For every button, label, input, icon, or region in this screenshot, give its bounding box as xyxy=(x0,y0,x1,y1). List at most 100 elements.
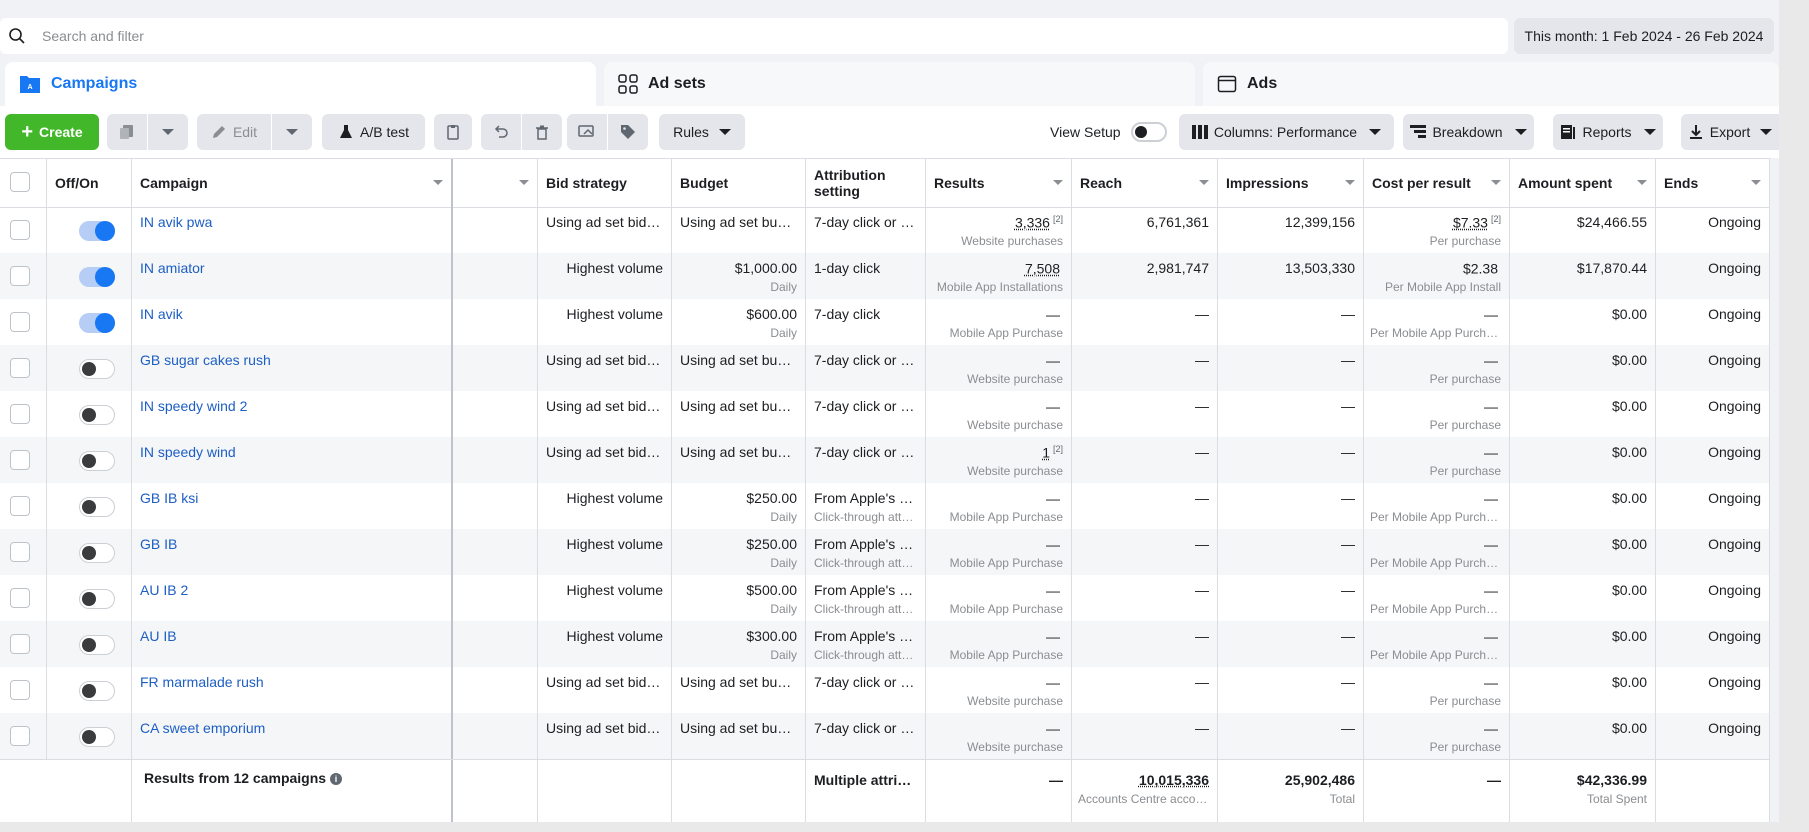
cpr-value[interactable]: — xyxy=(1484,307,1498,323)
campaign-toggle[interactable] xyxy=(79,313,115,333)
campaign-name-link[interactable]: AU IB xyxy=(140,628,443,644)
tab-ad-sets[interactable]: Ad sets xyxy=(604,62,1195,106)
header-reach[interactable]: Reach xyxy=(1072,159,1218,207)
campaign-name-link[interactable]: AU IB 2 xyxy=(140,582,443,598)
table-row[interactable]: CA sweet emporium Using ad set bid strat… xyxy=(0,713,1779,759)
row-checkbox[interactable] xyxy=(10,588,30,608)
reports-button[interactable]: Reports xyxy=(1553,114,1663,150)
row-checkbox[interactable] xyxy=(10,266,30,286)
campaign-toggle[interactable] xyxy=(79,221,115,241)
edit-button[interactable]: Edit xyxy=(197,114,271,150)
header-amount-spent[interactable]: Amount spent xyxy=(1510,159,1656,207)
row-checkbox[interactable] xyxy=(10,634,30,654)
row-checkbox[interactable] xyxy=(10,726,30,746)
cpr-value[interactable]: — xyxy=(1484,353,1498,369)
results-value[interactable]: — xyxy=(1046,307,1060,323)
campaign-name-link[interactable]: FR marmalade rush xyxy=(140,674,443,690)
campaign-name-link[interactable]: GB IB xyxy=(140,536,443,552)
row-checkbox[interactable] xyxy=(10,542,30,562)
create-button[interactable]: + Create xyxy=(5,114,99,150)
cpr-value[interactable]: — xyxy=(1484,721,1498,737)
table-row[interactable]: GB IB Highest volume $250.00 Daily From A… xyxy=(0,529,1779,575)
cpr-value[interactable]: — xyxy=(1484,675,1498,691)
results-value[interactable]: — xyxy=(1046,583,1060,599)
header-cost-per-result[interactable]: Cost per result xyxy=(1364,159,1510,207)
campaign-name-link[interactable]: IN avik pwa xyxy=(140,214,443,230)
cpr-value[interactable]: — xyxy=(1484,445,1498,461)
tab-ads[interactable]: Ads xyxy=(1203,62,1779,106)
campaign-name-link[interactable]: IN speedy wind 2 xyxy=(140,398,443,414)
table-row[interactable]: IN amiator Highest volume $1,000.00 Daily… xyxy=(0,253,1779,299)
results-value[interactable]: 3,336 xyxy=(1015,215,1050,231)
row-checkbox[interactable] xyxy=(10,312,30,332)
header-bid-strategy[interactable]: Bid strategy xyxy=(538,159,672,207)
table-row[interactable]: GB IB ksi Highest volume $250.00 Daily Fr… xyxy=(0,483,1779,529)
table-row[interactable]: GB sugar cakes rush Using ad set bid str… xyxy=(0,345,1779,391)
campaign-name-link[interactable]: IN amiator xyxy=(140,260,443,276)
ab-test-button[interactable]: A/B test xyxy=(322,114,425,150)
campaign-toggle[interactable] xyxy=(79,405,115,425)
campaign-toggle[interactable] xyxy=(79,589,115,609)
search-input[interactable] xyxy=(40,27,1344,45)
campaign-toggle[interactable] xyxy=(79,635,115,655)
results-value[interactable]: — xyxy=(1046,399,1060,415)
table-row[interactable]: IN speedy wind Using ad set bid strategy… xyxy=(0,437,1779,483)
info-icon[interactable]: i xyxy=(329,773,342,786)
results-value[interactable]: — xyxy=(1046,675,1060,691)
results-value[interactable]: — xyxy=(1046,537,1060,553)
results-value[interactable]: — xyxy=(1046,721,1060,737)
results-value[interactable]: — xyxy=(1046,629,1060,645)
table-row[interactable]: AU IB 2 Highest volume $500.00 Daily From… xyxy=(0,575,1779,621)
campaign-toggle[interactable] xyxy=(79,543,115,563)
search-bar[interactable] xyxy=(0,18,1508,54)
cpr-value[interactable]: $2.38 xyxy=(1463,261,1498,277)
campaign-name-link[interactable]: IN avik xyxy=(140,306,443,322)
header-impressions[interactable]: Impressions xyxy=(1218,159,1364,207)
tag-button[interactable] xyxy=(608,114,648,150)
campaign-toggle[interactable] xyxy=(79,267,115,287)
campaign-toggle[interactable] xyxy=(79,359,115,379)
header-delivery[interactable] xyxy=(453,159,538,207)
tab-campaigns[interactable]: A Campaigns xyxy=(5,62,596,106)
results-value[interactable]: 1 xyxy=(1042,445,1050,461)
table-row[interactable]: FR marmalade rush Using ad set bid strat… xyxy=(0,667,1779,713)
rules-button[interactable]: Rules xyxy=(659,114,745,150)
campaign-name-link[interactable]: IN speedy wind xyxy=(140,444,443,460)
campaign-name-link[interactable]: CA sweet emporium xyxy=(140,720,443,736)
table-row[interactable]: IN avik pwa Using ad set bid strategy Us… xyxy=(0,207,1779,253)
cpr-value[interactable]: — xyxy=(1484,491,1498,507)
header-campaign[interactable]: Campaign xyxy=(132,159,453,207)
campaign-toggle[interactable] xyxy=(79,727,115,747)
row-checkbox[interactable] xyxy=(10,220,30,240)
delete-button[interactable] xyxy=(522,114,562,150)
results-value[interactable]: — xyxy=(1046,353,1060,369)
row-checkbox[interactable] xyxy=(10,450,30,470)
preview-button[interactable] xyxy=(567,114,607,150)
vertical-scrollbar[interactable] xyxy=(1770,158,1779,822)
campaign-toggle[interactable] xyxy=(79,451,115,471)
table-row[interactable]: IN avik Highest volume $600.00 Daily 7-da… xyxy=(0,299,1779,345)
table-row[interactable]: IN speedy wind 2 Using ad set bid strate… xyxy=(0,391,1779,437)
totals-reach-value[interactable]: 10,015,336 xyxy=(1139,772,1209,788)
select-all-checkbox[interactable] xyxy=(10,172,30,192)
clipboard-button[interactable] xyxy=(434,114,472,150)
header-ends[interactable]: Ends xyxy=(1656,159,1770,207)
header-budget[interactable]: Budget xyxy=(672,159,806,207)
header-attribution[interactable]: Attribution setting xyxy=(806,159,926,207)
row-checkbox[interactable] xyxy=(10,358,30,378)
duplicate-button[interactable] xyxy=(107,114,147,150)
view-setup-toggle[interactable] xyxy=(1130,122,1167,142)
campaign-toggle[interactable] xyxy=(79,681,115,701)
row-checkbox[interactable] xyxy=(10,680,30,700)
export-button[interactable]: Export xyxy=(1681,114,1779,150)
campaign-name-link[interactable]: GB IB ksi xyxy=(140,490,443,506)
campaign-toggle[interactable] xyxy=(79,497,115,517)
cpr-value[interactable]: — xyxy=(1484,399,1498,415)
results-value[interactable]: — xyxy=(1046,491,1060,507)
campaign-name-link[interactable]: GB sugar cakes rush xyxy=(140,352,443,368)
results-value[interactable]: 7,508 xyxy=(1025,261,1060,277)
columns-button[interactable]: Columns: Performance xyxy=(1179,114,1394,150)
row-checkbox[interactable] xyxy=(10,496,30,516)
cpr-value[interactable]: — xyxy=(1484,583,1498,599)
cpr-value[interactable]: — xyxy=(1484,629,1498,645)
